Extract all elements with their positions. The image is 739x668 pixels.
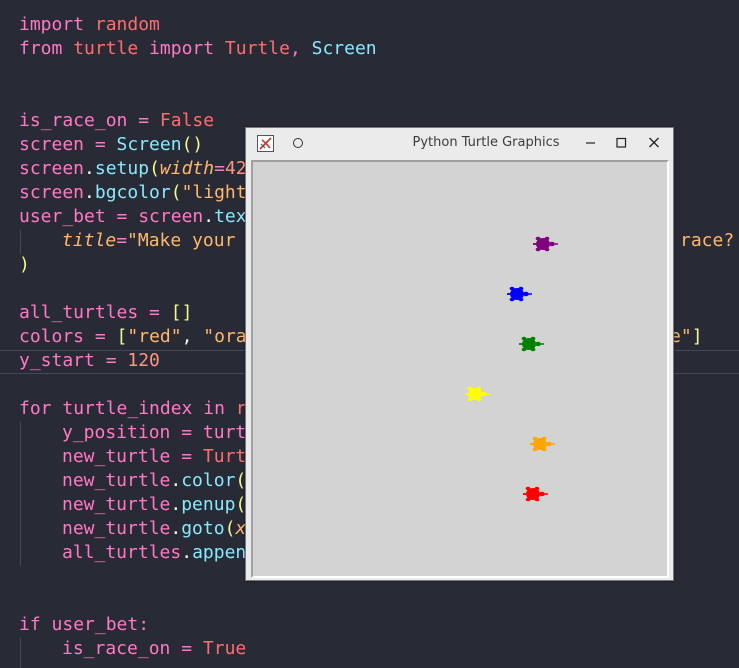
- purple-turtle-icon: [532, 235, 558, 253]
- code-line-13: colors = ["red", "ora: [19, 326, 247, 347]
- turtle-canvas[interactable]: [254, 163, 666, 575]
- tk-feather-icon: [259, 137, 272, 150]
- code-line-14: y_start = 120: [19, 350, 160, 371]
- minimize-button[interactable]: [580, 132, 602, 154]
- green-turtle-icon: [518, 335, 544, 353]
- indent-guide: [20, 638, 21, 668]
- code-line-9: title="Make your: [62, 230, 236, 251]
- yellow-turtle-icon: [464, 385, 490, 403]
- code-line-12: all_turtles = []: [19, 302, 193, 323]
- code-line-21: new_turtle.goto(x: [62, 518, 247, 539]
- code-line-25: if user_bet:: [19, 614, 150, 635]
- code-line-20: new_turtle.penup(: [62, 494, 247, 515]
- maximize-button[interactable]: [610, 132, 632, 154]
- code-line-2: from turtle import Turtle, Screen: [19, 38, 377, 59]
- close-button[interactable]: [643, 132, 665, 154]
- indent-guide: [20, 230, 21, 254]
- code-line-9-tail: race?: [680, 230, 735, 251]
- code-line-8: user_bet = screen.tex: [19, 206, 247, 227]
- code-line-19: new_turtle.color(: [62, 470, 247, 491]
- blue-turtle-icon: [506, 285, 532, 303]
- code-line-10: ): [19, 254, 30, 275]
- code-line-7: screen.bgcolor("light: [19, 182, 247, 203]
- window-titlebar[interactable]: Python Turtle Graphics: [246, 128, 673, 159]
- turtle-graphics-window[interactable]: Python Turtle Graphics: [245, 127, 674, 581]
- turtle-canvas-frame: [251, 160, 669, 578]
- code-line-17: y_position = turt: [62, 422, 247, 443]
- maximize-icon: [616, 137, 627, 148]
- code-line-13-tail: e"]: [670, 326, 703, 347]
- code-line-6: screen.setup(width=42: [19, 158, 247, 179]
- window-title: Python Turtle Graphics: [412, 135, 560, 150]
- keep-on-top-icon[interactable]: [293, 138, 303, 148]
- orange-turtle-icon: [529, 435, 555, 453]
- red-turtle-icon: [522, 485, 548, 503]
- close-icon: [649, 137, 659, 148]
- code-line-4: is_race_on = False: [19, 110, 215, 131]
- code-line-26: is_race_on = True: [62, 638, 247, 659]
- code-line-1: import random: [19, 14, 160, 35]
- code-line-16: for turtle_index in r: [19, 398, 247, 419]
- minimize-icon: [586, 142, 595, 144]
- indent-guide: [20, 422, 21, 566]
- code-line-22: all_turtles.appen: [62, 542, 247, 563]
- code-line-5: screen = Screen(): [19, 134, 204, 155]
- tk-app-icon[interactable]: [257, 135, 274, 152]
- code-line-18: new_turtle = Turt: [62, 446, 247, 467]
